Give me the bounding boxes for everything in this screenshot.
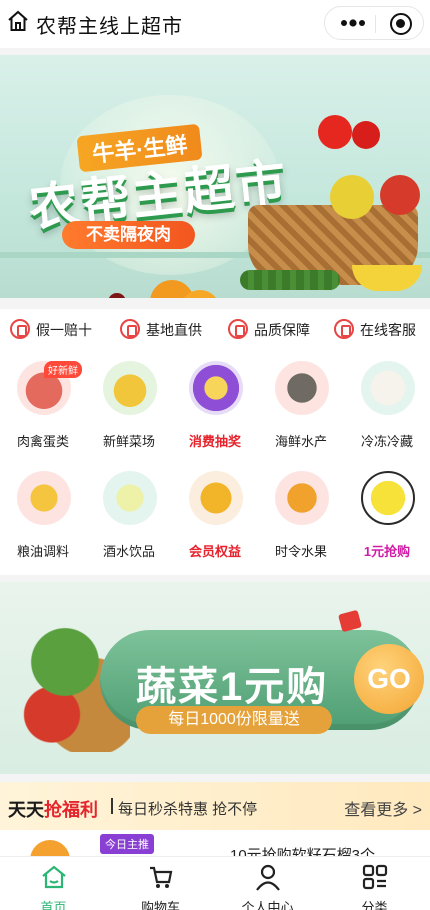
cherry-image bbox=[108, 293, 126, 298]
pineapple-icon bbox=[275, 471, 329, 525]
quality-icon bbox=[228, 319, 248, 339]
tab-cart[interactable]: 购物车 bbox=[107, 857, 214, 910]
dumplings-icon bbox=[361, 361, 415, 415]
deals-title-b: 抢福利 bbox=[44, 800, 98, 820]
category-frozen[interactable]: 冷冻冷藏 bbox=[344, 349, 430, 457]
category-seafood[interactable]: 海鲜水产 bbox=[258, 349, 344, 457]
go-button[interactable]: GO bbox=[354, 644, 424, 714]
green-beans-image bbox=[240, 270, 340, 290]
tomato-image bbox=[318, 115, 352, 149]
crown-icon bbox=[189, 471, 243, 525]
promo-headline: 蔬菜1元购 bbox=[136, 665, 329, 709]
tab-home[interactable]: 首页 bbox=[0, 857, 107, 910]
vegetable-promo-banner[interactable]: 蔬菜1元购 每日1000份限量送 GO bbox=[0, 582, 430, 774]
promo-subline: 每日1000份限量送 bbox=[136, 706, 332, 734]
home-icon bbox=[42, 865, 66, 889]
tab-categories[interactable]: 分类 bbox=[321, 857, 428, 910]
hero-banner[interactable]: 牛羊·生鲜 农帮主超市 不卖隔夜肉 bbox=[0, 55, 430, 298]
category-grain-oil[interactable]: 粮油调料 bbox=[0, 459, 86, 567]
mini-program-capsule bbox=[324, 6, 424, 40]
fish-icon bbox=[275, 361, 329, 415]
view-more-link[interactable]: 查看更多 > bbox=[344, 796, 422, 820]
tab-label: 购物车 bbox=[140, 900, 180, 910]
category-vegetables[interactable]: 新鲜菜场 bbox=[86, 349, 172, 457]
bottom-tab-bar: 首页 购物车 个人中心 分类 bbox=[0, 856, 430, 910]
category-label: 肉禽蛋类 bbox=[16, 434, 69, 449]
banner-slogan: 不卖隔夜肉 bbox=[62, 221, 195, 249]
category-label: 酒水饮品 bbox=[102, 544, 155, 559]
oil-bottle-icon bbox=[17, 471, 71, 525]
target-icon[interactable] bbox=[390, 13, 412, 35]
deals-divider bbox=[111, 798, 113, 814]
category-label: 1元抢购 bbox=[363, 544, 411, 559]
deals-title-a: 天天 bbox=[8, 800, 44, 820]
apple-image bbox=[380, 175, 420, 215]
feature-label: 品质保障 bbox=[254, 322, 310, 338]
category-label: 海鲜水产 bbox=[274, 434, 327, 449]
flash-sale-icon bbox=[361, 471, 415, 525]
category-label: 时令水果 bbox=[274, 544, 327, 559]
top-bar: 农帮主线上超市 bbox=[0, 0, 430, 48]
category-member-benefits[interactable]: 会员权益 bbox=[172, 459, 258, 567]
deals-header: 天天抢福利 每日秒杀特惠 抢不停 查看更多 > bbox=[0, 782, 430, 830]
cart-icon bbox=[150, 866, 173, 888]
location-icon bbox=[120, 319, 140, 339]
home-icon[interactable] bbox=[6, 9, 30, 33]
category-grid: 好新鲜 肉禽蛋类 新鲜菜场 消费抽奖 海鲜水产 冷冻冷藏 粮油调料 酒水饮品 会… bbox=[0, 349, 430, 575]
feature-label: 在线客服 bbox=[360, 322, 416, 338]
support-icon bbox=[334, 319, 354, 339]
service-features: 假一赔十 基地直供 品质保障 在线客服 bbox=[0, 309, 430, 349]
deals-title: 天天抢福利 bbox=[8, 796, 98, 822]
tab-label: 个人中心 bbox=[241, 900, 294, 910]
banana-image bbox=[352, 265, 422, 291]
category-one-yuan-deals[interactable]: 1元抢购 bbox=[344, 459, 430, 567]
tab-label: 首页 bbox=[40, 900, 67, 910]
capsule-divider bbox=[375, 15, 376, 33]
deals-subtitle: 每日秒杀特惠 抢不停 bbox=[118, 801, 258, 818]
category-lottery[interactable]: 消费抽奖 bbox=[172, 349, 258, 457]
category-label: 新鲜菜场 bbox=[102, 434, 155, 449]
tab-profile[interactable]: 个人中心 bbox=[214, 857, 321, 910]
featured-tag: 今日主推 bbox=[100, 834, 154, 854]
red-envelope-icon bbox=[338, 609, 362, 633]
category-label: 会员权益 bbox=[188, 544, 241, 559]
category-label: 消费抽奖 bbox=[188, 434, 241, 449]
tab-label: 分类 bbox=[361, 900, 388, 910]
feature-label: 基地直供 bbox=[146, 322, 202, 338]
tomato-image bbox=[352, 121, 380, 149]
more-dots-icon[interactable] bbox=[339, 15, 367, 31]
apple-image bbox=[330, 175, 374, 219]
category-drinks[interactable]: 酒水饮品 bbox=[86, 459, 172, 567]
drink-bottle-icon bbox=[103, 471, 157, 525]
page-title: 农帮主线上超市 bbox=[36, 16, 183, 38]
shield-icon bbox=[10, 319, 30, 339]
fresh-badge: 好新鲜 bbox=[44, 361, 82, 378]
user-icon bbox=[256, 864, 280, 891]
category-meat-eggs[interactable]: 好新鲜 肉禽蛋类 bbox=[0, 349, 86, 457]
corn-icon bbox=[103, 361, 157, 415]
feature-label: 假一赔十 bbox=[36, 322, 92, 338]
categories-icon bbox=[362, 864, 388, 890]
prize-wheel-icon bbox=[189, 361, 243, 415]
category-seasonal-fruit[interactable]: 时令水果 bbox=[258, 459, 344, 567]
category-label: 粮油调料 bbox=[16, 544, 69, 559]
category-label: 冷冻冷藏 bbox=[360, 434, 413, 449]
